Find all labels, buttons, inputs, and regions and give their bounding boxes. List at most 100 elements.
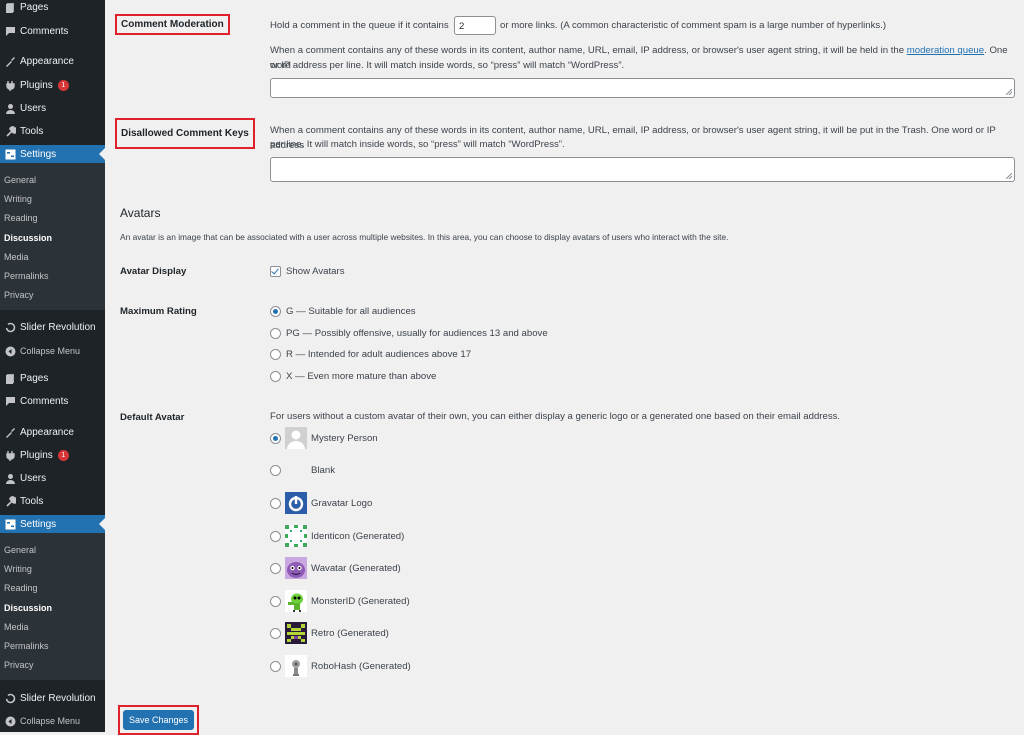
- sidebar-item-label: Tools: [20, 495, 44, 507]
- sidebar-item-comments[interactable]: Comments: [0, 392, 105, 410]
- collapse-menu-button[interactable]: Collapse Menu: [0, 342, 105, 360]
- default-avatar-label: Default Avatar: [120, 412, 185, 423]
- sidebar-item-plugins[interactable]: Plugins 1: [0, 76, 105, 94]
- rating-x-radio[interactable]: [270, 371, 281, 382]
- rating-x-label: X — Even more mature than above: [286, 371, 437, 382]
- moderation-queue-link[interactable]: moderation queue: [907, 45, 984, 56]
- sidebar-item-label: Appearance: [20, 426, 74, 438]
- submenu-writing[interactable]: Writing: [4, 194, 32, 204]
- sidebar-item-appearance[interactable]: Appearance: [0, 423, 105, 441]
- default-avatar-robohash-label: RoboHash (Generated): [311, 661, 411, 672]
- sidebar-item-settings[interactable]: Settings: [0, 145, 105, 163]
- default-avatar-retro-label: Retro (Generated): [311, 628, 389, 639]
- retro-avatar: [285, 622, 307, 644]
- submenu-permalinks[interactable]: Permalinks: [4, 641, 49, 651]
- sidebar-item-label: Appearance: [20, 55, 74, 67]
- default-avatar-mystery-radio[interactable]: [270, 433, 281, 444]
- submenu-general[interactable]: General: [4, 175, 36, 185]
- sidebar-item-label: Slider Revolution: [20, 692, 96, 704]
- disallowed-description-line2: per line. It will match inside words, so…: [270, 139, 565, 150]
- sidebar-item-appearance[interactable]: Appearance: [0, 52, 105, 70]
- monsterid-avatar: [285, 590, 307, 612]
- rating-g-radio[interactable]: [270, 306, 281, 317]
- submenu-privacy[interactable]: Privacy: [4, 660, 34, 670]
- sidebar-item-slider-revolution[interactable]: Slider Revolution: [0, 689, 105, 707]
- settings-icon: [4, 518, 16, 530]
- sidebar-item-pages[interactable]: Pages: [0, 369, 105, 387]
- rating-g-label: G — Suitable for all audiences: [286, 306, 416, 317]
- sidebar-item-label: Plugins: [20, 449, 53, 461]
- settings-icon: [4, 148, 16, 160]
- sidebar-item-tools[interactable]: Tools: [0, 492, 105, 510]
- submenu-general[interactable]: General: [4, 545, 36, 555]
- avatars-section-title: Avatars: [120, 206, 161, 220]
- sidebar-item-plugins[interactable]: Plugins 1: [0, 446, 105, 464]
- show-avatars-checkbox[interactable]: [270, 266, 281, 277]
- moderation-description-line2: or IP address per line. It will match in…: [270, 60, 625, 71]
- default-avatar-wavatar-radio[interactable]: [270, 563, 281, 574]
- moderation-links-suffix: or more links. (A common characteristic …: [500, 20, 887, 31]
- submenu-discussion[interactable]: Discussion: [4, 233, 52, 243]
- slider-revolution-icon: [4, 321, 16, 333]
- submenu-permalinks[interactable]: Permalinks: [4, 271, 49, 281]
- moderation-links-input[interactable]: 2: [454, 16, 496, 35]
- default-avatar-gravatar-radio[interactable]: [270, 498, 281, 509]
- moderation-desc-text: When a comment contains any of these wor…: [270, 45, 905, 56]
- sidebar-item-users[interactable]: Users: [0, 469, 105, 487]
- sidebar-item-label: Collapse Menu: [20, 346, 81, 356]
- maximum-rating-label: Maximum Rating: [120, 306, 197, 317]
- users-icon: [4, 472, 16, 484]
- disallowed-comment-keys-label: Disallowed Comment Keys: [115, 118, 255, 149]
- collapse-icon: [4, 715, 16, 727]
- comments-icon: [4, 395, 16, 407]
- slider-revolution-icon: [4, 692, 16, 704]
- appearance-icon: [4, 55, 16, 67]
- sidebar-item-label: Slider Revolution: [20, 321, 96, 333]
- submenu-discussion[interactable]: Discussion: [4, 603, 52, 613]
- default-avatar-retro-radio[interactable]: [270, 628, 281, 639]
- sidebar-item-users[interactable]: Users: [0, 99, 105, 117]
- default-avatar-monsterid-radio[interactable]: [270, 596, 281, 607]
- moderation-links-prefix: Hold a comment in the queue if it contai…: [270, 20, 449, 31]
- collapse-icon: [4, 345, 16, 357]
- submenu-writing[interactable]: Writing: [4, 564, 32, 574]
- collapse-menu-button[interactable]: Collapse Menu: [0, 712, 105, 730]
- default-avatar-wavatar-label: Wavatar (Generated): [311, 563, 401, 574]
- default-avatar-description: For users without a custom avatar of the…: [270, 411, 841, 422]
- tools-icon: [4, 125, 16, 137]
- sidebar-item-slider-revolution[interactable]: Slider Revolution: [0, 318, 105, 336]
- sidebar-item-comments[interactable]: Comments: [0, 22, 105, 40]
- sidebar-item-pages[interactable]: Pages: [0, 0, 105, 16]
- submenu-privacy[interactable]: Privacy: [4, 290, 34, 300]
- default-avatar-blank-label: Blank: [311, 465, 335, 476]
- default-avatar-blank-radio[interactable]: [270, 465, 281, 476]
- comment-moderation-label: Comment Moderation: [115, 14, 230, 35]
- save-changes-button[interactable]: Save Changes: [123, 710, 195, 730]
- sidebar-item-label: Comments: [20, 395, 69, 407]
- moderation-keys-textarea[interactable]: [270, 78, 1015, 98]
- default-avatar-monsterid-label: MonsterID (Generated): [311, 596, 410, 607]
- submenu-media[interactable]: Media: [4, 622, 29, 632]
- disallowed-keys-textarea[interactable]: [270, 157, 1015, 182]
- sidebar-item-tools[interactable]: Tools: [0, 122, 105, 140]
- submenu-reading[interactable]: Reading: [4, 213, 38, 223]
- pages-icon: [4, 1, 16, 13]
- sidebar-item-label: Settings: [20, 148, 57, 160]
- rating-pg-radio[interactable]: [270, 328, 281, 339]
- sidebar-item-label: Pages: [20, 1, 49, 13]
- default-avatar-gravatar-label: Gravatar Logo: [311, 498, 373, 509]
- default-avatar-robohash-radio[interactable]: [270, 661, 281, 672]
- sidebar-item-label: Pages: [20, 372, 49, 384]
- sidebar-item-label: Settings: [20, 518, 57, 530]
- default-avatar-identicon-radio[interactable]: [270, 531, 281, 542]
- rating-r-label: R — Intended for adult audiences above 1…: [286, 349, 472, 360]
- submenu-reading[interactable]: Reading: [4, 583, 38, 593]
- sidebar-item-settings[interactable]: Settings: [0, 515, 105, 533]
- sidebar-item-label: Comments: [20, 25, 69, 37]
- identicon-avatar: [285, 525, 307, 547]
- default-avatar-mystery-label: Mystery Person: [311, 433, 378, 444]
- comments-icon: [4, 25, 16, 37]
- tools-icon: [4, 495, 16, 507]
- submenu-media[interactable]: Media: [4, 252, 29, 262]
- rating-r-radio[interactable]: [270, 349, 281, 360]
